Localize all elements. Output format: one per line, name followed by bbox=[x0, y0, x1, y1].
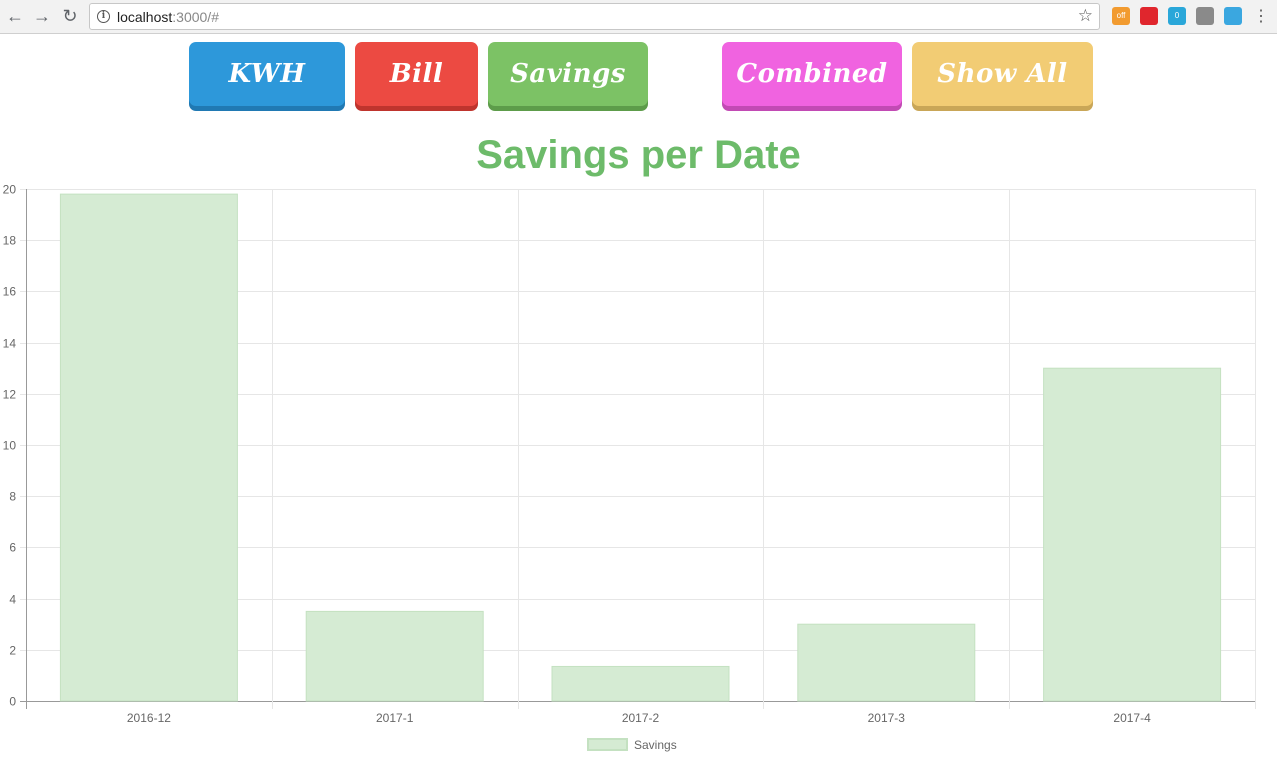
x-tick-label: 2017-2 bbox=[622, 711, 660, 725]
y-tick-label: 2 bbox=[9, 644, 16, 658]
legend-label: Savings bbox=[634, 738, 677, 752]
y-tick-label: 18 bbox=[3, 234, 17, 248]
y-tick-label: 14 bbox=[3, 337, 17, 351]
legend-swatch bbox=[587, 738, 628, 751]
y-tick-label: 0 bbox=[9, 695, 16, 709]
y-tick-label: 8 bbox=[9, 490, 16, 504]
y-tick-label: 6 bbox=[9, 541, 16, 555]
savings-bar-chart: 0 2 4 6 8 10 12 14 16 18 20 2016-12 2017-1 2017-2 2017… bbox=[3, 183, 1256, 752]
x-tick-label: 2017-4 bbox=[1113, 711, 1151, 725]
bar bbox=[1043, 367, 1222, 702]
y-tick-label: 12 bbox=[3, 388, 17, 402]
x-tick-label: 2017-3 bbox=[868, 711, 906, 725]
x-tick-label: 2017-1 bbox=[376, 711, 414, 725]
x-tick-label: 2016-12 bbox=[127, 711, 171, 725]
bar bbox=[551, 665, 730, 702]
y-tick-label: 4 bbox=[9, 593, 16, 607]
y-tick-label: 10 bbox=[3, 439, 17, 453]
bar bbox=[305, 610, 484, 702]
bar bbox=[59, 193, 238, 702]
y-tick-label: 16 bbox=[3, 285, 17, 299]
bar bbox=[797, 623, 976, 702]
y-tick-label: 20 bbox=[3, 183, 17, 197]
